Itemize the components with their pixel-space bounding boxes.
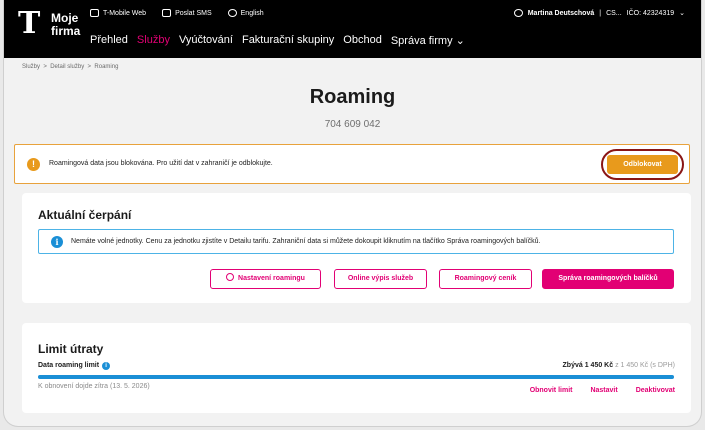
nav-fakturacni-skupiny[interactable]: Fakturační skupiny [242,34,334,47]
roaming-pricelist-button[interactable]: Roamingový ceník [439,269,532,289]
top-bar: T Moje firma T-Mobile Web Poslat SMS Eng… [4,0,701,58]
page-title: Roaming [309,86,396,108]
current-usage-heading: Aktuální čerpání [38,208,132,222]
gear-icon [226,273,235,281]
main-nav: Přehled Služby Vyúčtování Fakturační sku… [90,34,465,47]
nav-obchod[interactable]: Obchod [343,34,382,47]
breadcrumb-item-sluzby[interactable]: Služby [22,64,40,70]
top-link-english[interactable]: English [227,9,264,17]
breadcrumb-item-detail[interactable]: Detail služby [50,64,84,70]
top-link-sms[interactable]: Poslat SMS [162,9,212,17]
warning-banner: ! Roamingová data jsou blokována. Pro už… [14,144,690,184]
user-name: Martina Deutschová [527,9,595,17]
user-company: CS... [606,9,622,17]
user-menu[interactable]: Martina Deutschová | CS... IČO: 42324319… [513,9,685,17]
top-link-web[interactable]: T-Mobile Web [90,9,146,17]
top-links: T-Mobile Web Poslat SMS English [90,9,264,17]
spending-limit-card: Limit útraty Data roaming limit i Zbývá 1… [22,323,691,413]
phone-number: 704 609 042 [324,119,381,130]
app-window: T Moje firma T-Mobile Web Poslat SMS Eng… [4,0,701,426]
user-ico: IČO: 42324319 [626,9,675,17]
user-icon [513,9,523,17]
chevron-right-icon: > [85,64,93,70]
limit-remaining: Zbývá 1 450 Kč z 1 450 Kč (s DPH) [562,362,675,369]
nav-vyuctovani[interactable]: Vyúčtování [179,34,233,47]
separator: | [599,9,602,17]
limit-progress-bar [38,375,674,379]
warning-icon: ! [27,158,40,171]
info-icon[interactable]: i [102,362,111,370]
info-icon: i [51,236,63,248]
roaming-settings-button[interactable]: Nastavení roamingu [210,269,321,289]
manage-packages-button[interactable]: Správa roamingových balíčků [542,269,674,289]
renew-limit-link[interactable]: Obnovit limit [530,387,573,394]
breadcrumb: Služby > Detail služby > Roaming [22,64,118,70]
t-mobile-logo[interactable]: T [18,9,40,39]
message-icon [162,9,172,17]
home-icon [90,9,99,17]
nav-sprava-firmy[interactable]: Správa firmy ⌄ [391,34,465,47]
brand-name: Moje firma [51,12,80,38]
chevron-down-icon: ⌄ [679,10,685,17]
warning-text: Roamingová data jsou blokována. Pro užit… [49,160,273,167]
set-limit-link[interactable]: Nastavit [590,387,617,394]
limit-actions: Obnovit limit Nastavit Deaktivovat [530,387,675,394]
brand-line-2: firma [51,24,81,38]
unblock-button[interactable]: Odblokovat [607,155,678,174]
nav-prehled[interactable]: Přehled [90,34,128,47]
limit-heading: Limit útraty [38,342,104,356]
info-text: Nemáte volné jednotky. Cenu za jednotku … [71,238,541,245]
info-box: i Nemáte volné jednotky. Cenu za jednotk… [38,229,674,254]
chevron-down-icon: ⌄ [455,35,465,47]
current-usage-card: Aktuální čerpání i Nemáte volné jednotky… [22,193,691,303]
globe-icon [227,9,237,17]
deactivate-link[interactable]: Deaktivovat [636,387,675,394]
limit-label: Data roaming limit i [38,362,111,370]
breadcrumb-item-roaming: Roaming [94,64,119,70]
chevron-right-icon: > [41,64,49,70]
limit-progress-fill [38,375,674,379]
online-statement-button[interactable]: Online výpis služeb [334,269,427,289]
highlight-ring: Odblokovat [601,149,684,180]
nav-sluzby[interactable]: Služby [137,34,170,47]
renew-note: K obnovení dojde zítra (13. 5. 2026) [38,383,150,390]
